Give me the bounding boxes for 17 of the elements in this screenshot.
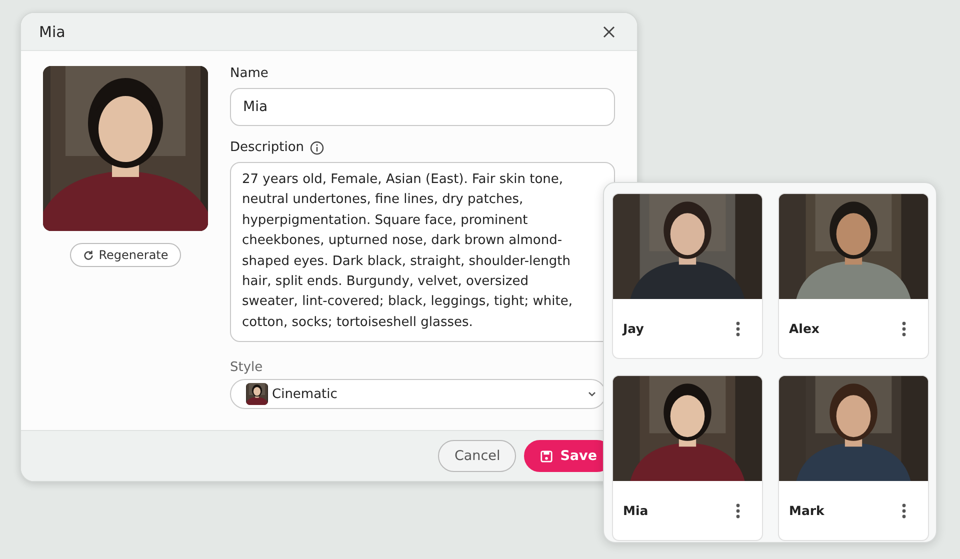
- field-label: Description: [230, 140, 304, 155]
- regenerate-button[interactable]: Regenerate: [70, 243, 182, 267]
- cancel-button[interactable]: Cancel: [438, 440, 516, 472]
- character-name: Mia: [623, 503, 648, 518]
- field-label: Style: [230, 360, 264, 375]
- style-dropdown[interactable]: Cinematic: [230, 379, 606, 409]
- name-field[interactable]: Mia: [230, 88, 615, 126]
- character-name: Jay: [623, 321, 644, 336]
- character-card[interactable]: Mia: [612, 375, 763, 541]
- character-card[interactable]: Jay: [612, 193, 763, 359]
- character-card[interactable]: Mark: [778, 375, 929, 541]
- description-field[interactable]: 27 years old, Female, Asian (East). Fair skin tone, neutral undertones, fine lines, dry patches, hyperpigmentation. Square face, prominent cheekbones, upturned nose, dark brown almond-shaped eyes. Dark black, straight, shoulder-length hair, split ends. Burgundy, velvet, oversized sweater, lint-covered; black, leggings, tight; white, cotton, socks; tortoiseshell glasses.: [230, 162, 615, 342]
- dialog-title: Mia: [39, 22, 66, 40]
- field-label: Name: [230, 66, 270, 81]
- character-card[interactable]: Alex: [778, 193, 929, 359]
- character-name: Alex: [789, 321, 820, 336]
- character-name: Mark: [789, 503, 824, 518]
